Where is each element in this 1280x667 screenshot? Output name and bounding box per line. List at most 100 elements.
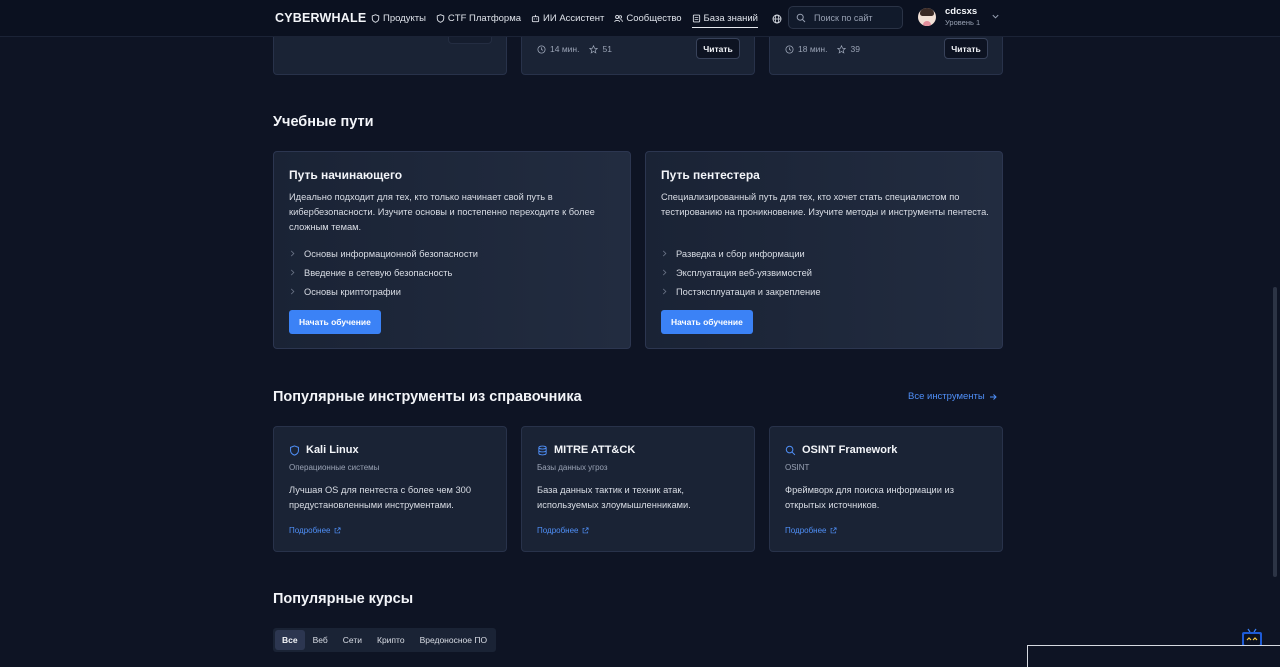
shield-icon bbox=[290, 444, 299, 456]
tool-card-osint[interactable]: OSINT Framework OSINT Фреймворк для поис… bbox=[769, 426, 1003, 552]
database-icon bbox=[538, 445, 547, 455]
learning-paths-title: Учебные пути bbox=[273, 114, 374, 130]
nav-item-label: ИИ Ассистент bbox=[543, 13, 605, 24]
user-menu[interactable]: cdcsxs Уровень 1 bbox=[918, 6, 999, 27]
path-topics: Разведка и сбор информации Эксплуатация … bbox=[661, 244, 821, 301]
nav-item-label: База знаний bbox=[703, 13, 758, 24]
tool-more-link[interactable]: Подробнее bbox=[289, 526, 341, 535]
nav-item-ctf[interactable]: CTF Платформа bbox=[436, 0, 521, 37]
chevron-right-icon bbox=[662, 269, 667, 276]
top-navbar: CYBERWHALE Продукты CTF Платформа ИИ Асс… bbox=[0, 0, 1280, 37]
language-switcher[interactable] bbox=[772, 0, 782, 37]
tool-header: MITRE ATT&CK bbox=[537, 444, 635, 456]
start-learning-button[interactable]: Начать обучение bbox=[661, 310, 753, 334]
topic-label: Основы информационной безопасности bbox=[304, 248, 478, 259]
list-item: Введение в сетевую безопасность bbox=[289, 263, 478, 282]
globe-icon bbox=[772, 14, 782, 23]
list-item: Разведка и сбор информации bbox=[661, 244, 821, 263]
article-meta: 18 мин. 39 bbox=[785, 44, 860, 54]
read-time: 14 мин. bbox=[550, 44, 580, 54]
tool-more-link[interactable]: Подробнее bbox=[785, 526, 837, 535]
nav-item-label: Сообщество bbox=[626, 13, 682, 24]
topic-label: Введение в сетевую безопасность bbox=[304, 267, 453, 278]
read-button[interactable]: Читать bbox=[944, 38, 988, 59]
user-info: cdcsxs Уровень 1 bbox=[945, 6, 980, 27]
tool-category: OSINT bbox=[785, 463, 810, 472]
users-icon bbox=[614, 14, 624, 23]
tool-category: Базы данных угроз bbox=[537, 463, 608, 472]
chevron-right-icon bbox=[290, 288, 295, 295]
user-name: cdcsxs bbox=[945, 6, 978, 17]
tab-networks[interactable]: Сети bbox=[336, 630, 369, 650]
courses-title: Популярные курсы bbox=[273, 591, 414, 607]
nav-item-products[interactable]: Продукты bbox=[371, 0, 426, 37]
book-icon bbox=[692, 14, 700, 23]
tab-crypto[interactable]: Крипто bbox=[370, 630, 412, 650]
scrollbar[interactable] bbox=[1273, 287, 1277, 577]
tool-header: OSINT Framework bbox=[785, 444, 897, 456]
clock-icon bbox=[785, 44, 794, 54]
search-icon bbox=[796, 13, 806, 22]
search-input[interactable] bbox=[814, 12, 894, 23]
topic-label: Постэксплуатация и закрепление bbox=[676, 286, 821, 297]
tool-description: Лучшая OS для пентеста с более чем 300 п… bbox=[289, 485, 472, 510]
path-title: Путь пентестера bbox=[661, 168, 760, 182]
nav-item-community[interactable]: Сообщество bbox=[614, 0, 682, 37]
site-search[interactable] bbox=[788, 6, 903, 29]
clock-icon bbox=[537, 44, 546, 54]
external-link-icon bbox=[582, 527, 588, 534]
tool-card-kali[interactable]: Kali Linux Операционные системы Лучшая O… bbox=[273, 426, 507, 552]
tool-card-mitre[interactable]: MITRE ATT&CK Базы данных угроз База данн… bbox=[521, 426, 755, 552]
tools-title: Популярные инструменты из справочника bbox=[273, 389, 582, 405]
chevron-right-icon bbox=[290, 269, 295, 276]
course-filter-tabs: Все Веб Сети Крипто Вредоносное ПО bbox=[273, 628, 497, 652]
star-icon bbox=[837, 44, 847, 54]
search-icon bbox=[785, 445, 796, 455]
path-title: Путь начинающего bbox=[289, 168, 403, 182]
article-meta: 14 мин. 51 bbox=[537, 44, 612, 54]
site-logo[interactable]: CYBERWHALE bbox=[275, 11, 366, 25]
chevron-down-icon[interactable] bbox=[991, 12, 1000, 21]
rating: 51 bbox=[602, 44, 612, 54]
path-card-pentester: Путь пентестера Специализированный путь … bbox=[645, 151, 1003, 349]
path-card-beginner: Путь начинающего Идеально подходит для т… bbox=[273, 151, 631, 349]
tab-all[interactable]: Все bbox=[275, 630, 305, 650]
shield-icon bbox=[371, 14, 380, 23]
panel-corner bbox=[1027, 645, 1280, 667]
more-label: Подробнее bbox=[537, 526, 579, 535]
tab-web[interactable]: Веб bbox=[306, 630, 335, 650]
chevron-right-icon bbox=[290, 250, 295, 257]
topic-label: Эксплуатация веб-уязвимостей bbox=[676, 267, 812, 278]
chevron-right-icon bbox=[662, 250, 667, 257]
read-time: 18 мин. bbox=[798, 44, 828, 54]
all-tools-link[interactable]: Все инструменты bbox=[908, 391, 997, 402]
arrow-right-icon bbox=[989, 393, 997, 400]
read-button[interactable]: Читать bbox=[696, 38, 740, 59]
shield-icon bbox=[436, 14, 445, 23]
tool-more-link[interactable]: Подробнее bbox=[537, 526, 589, 535]
avatar[interactable] bbox=[918, 7, 936, 26]
all-tools-label: Все инструменты bbox=[908, 391, 985, 402]
topic-label: Разведка и сбор информации bbox=[676, 248, 805, 259]
star-icon bbox=[589, 44, 599, 54]
robot-icon bbox=[531, 14, 540, 23]
more-label: Подробнее bbox=[785, 526, 827, 535]
start-learning-button[interactable]: Начать обучение bbox=[289, 310, 381, 334]
path-description: Идеально подходит для тех, кто только на… bbox=[289, 192, 595, 232]
external-link-icon bbox=[830, 527, 836, 534]
tool-category: Операционные системы bbox=[289, 463, 380, 472]
topic-label: Основы криптографии bbox=[304, 286, 401, 297]
external-link-icon bbox=[334, 527, 340, 534]
list-item: Основы криптографии bbox=[289, 282, 478, 301]
nav-item-label: Продукты bbox=[383, 13, 426, 24]
rating: 39 bbox=[850, 44, 860, 54]
path-topics: Основы информационной безопасности Введе… bbox=[289, 244, 478, 301]
nav-item-knowledge-base[interactable]: База знаний bbox=[691, 0, 759, 37]
tool-name: OSINT Framework bbox=[802, 444, 898, 456]
chevron-right-icon bbox=[662, 288, 667, 295]
tab-malware[interactable]: Вредоносное ПО bbox=[413, 630, 495, 650]
nav-item-ai-assistant[interactable]: ИИ Ассистент bbox=[531, 0, 604, 37]
tool-description: Фреймворк для поиска информации из откры… bbox=[785, 485, 954, 510]
nav-item-label: CTF Платформа bbox=[447, 13, 522, 24]
path-description: Специализированный путь для тех, кто хоч… bbox=[661, 192, 989, 217]
